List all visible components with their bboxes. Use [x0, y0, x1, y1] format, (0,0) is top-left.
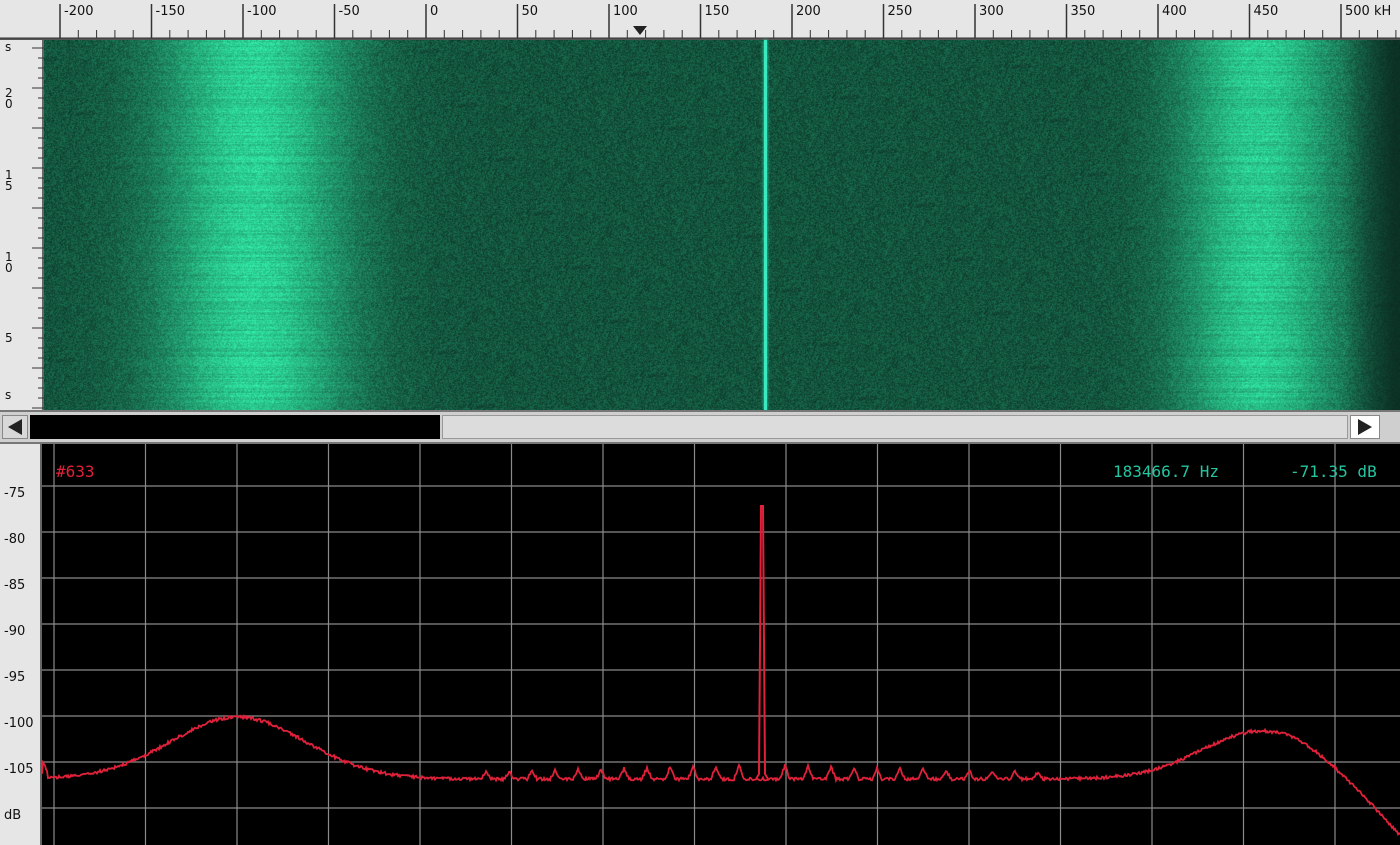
level-readout: -71.35 dB	[1290, 462, 1377, 481]
waterfall-canvas	[44, 40, 1400, 410]
frequency-tick-label: -100	[247, 4, 277, 19]
frequency-tick-label: -150	[155, 4, 186, 19]
db-tick-label: -80	[4, 532, 26, 547]
frequency-tick-label: 200	[796, 4, 821, 19]
frequency-readout: 183466.7 Hz	[1113, 462, 1219, 481]
frequency-ruler[interactable]: -200 -150 -100 -50 0 50 100 150 200 250 300 350 400 4…	[0, 0, 1400, 40]
db-tick-label: -90	[4, 624, 26, 639]
scroll-thumb[interactable]	[442, 415, 1348, 439]
waterfall-display[interactable]	[44, 40, 1400, 410]
tuning-marker-triangle-down-icon[interactable]	[633, 26, 647, 35]
frequency-tick-label: 150	[704, 4, 730, 19]
frequency-tick-label: 400	[1162, 4, 1187, 19]
scroll-track[interactable]	[30, 415, 440, 439]
horizontal-scrollbar[interactable]	[0, 410, 1400, 444]
frequency-tick-label: 500 kH	[1345, 4, 1392, 19]
spectrum-trace	[42, 713, 1400, 836]
scroll-right-arrow-icon[interactable]	[1350, 415, 1380, 439]
db-tick-label: dB	[4, 808, 22, 823]
time-tick-label: 1 0	[5, 250, 13, 275]
trace-label: #633	[56, 462, 95, 481]
frequency-ruler-ticks	[0, 4, 1400, 39]
db-tick-label: -105	[4, 762, 34, 777]
time-tick-label: s	[5, 388, 12, 402]
frequency-tick-label: 450	[1253, 4, 1279, 19]
frequency-tick-label: 100	[613, 4, 638, 19]
spectrum-plot	[42, 444, 1400, 845]
scroll-left-arrow-icon[interactable]	[2, 415, 28, 439]
db-axis: -75 -80 -85 -90 -95 -100 -105 dB	[0, 444, 42, 845]
db-tick-label: -100	[4, 716, 34, 731]
time-ruler: s 2 0 1 5 1 0 5 s	[0, 40, 44, 410]
frequency-tick-label: 50	[521, 4, 539, 19]
frequency-tick-label: -200	[64, 4, 94, 19]
db-tick-label: -75	[4, 486, 26, 501]
time-tick-label: 2 0	[5, 86, 13, 111]
time-tick-label: s	[5, 40, 12, 54]
carrier-signal-line	[764, 40, 767, 410]
frequency-tick-label: 350	[1070, 4, 1096, 19]
db-tick-label: -95	[4, 670, 26, 685]
frequency-tick-label: 300	[979, 4, 1004, 19]
spectrum-display[interactable]: -75 -80 -85 -90 -95 -100 -105 dB #633 183466.7 …	[0, 444, 1400, 845]
db-tick-label: -85	[4, 578, 26, 593]
frequency-tick-label: 250	[887, 4, 913, 19]
frequency-tick-label: 0	[430, 4, 439, 19]
carrier-peak	[755, 505, 769, 780]
time-tick-label: 5	[5, 331, 13, 345]
time-tick-label: 1 5	[5, 168, 13, 193]
frequency-tick-label: -50	[338, 4, 360, 19]
